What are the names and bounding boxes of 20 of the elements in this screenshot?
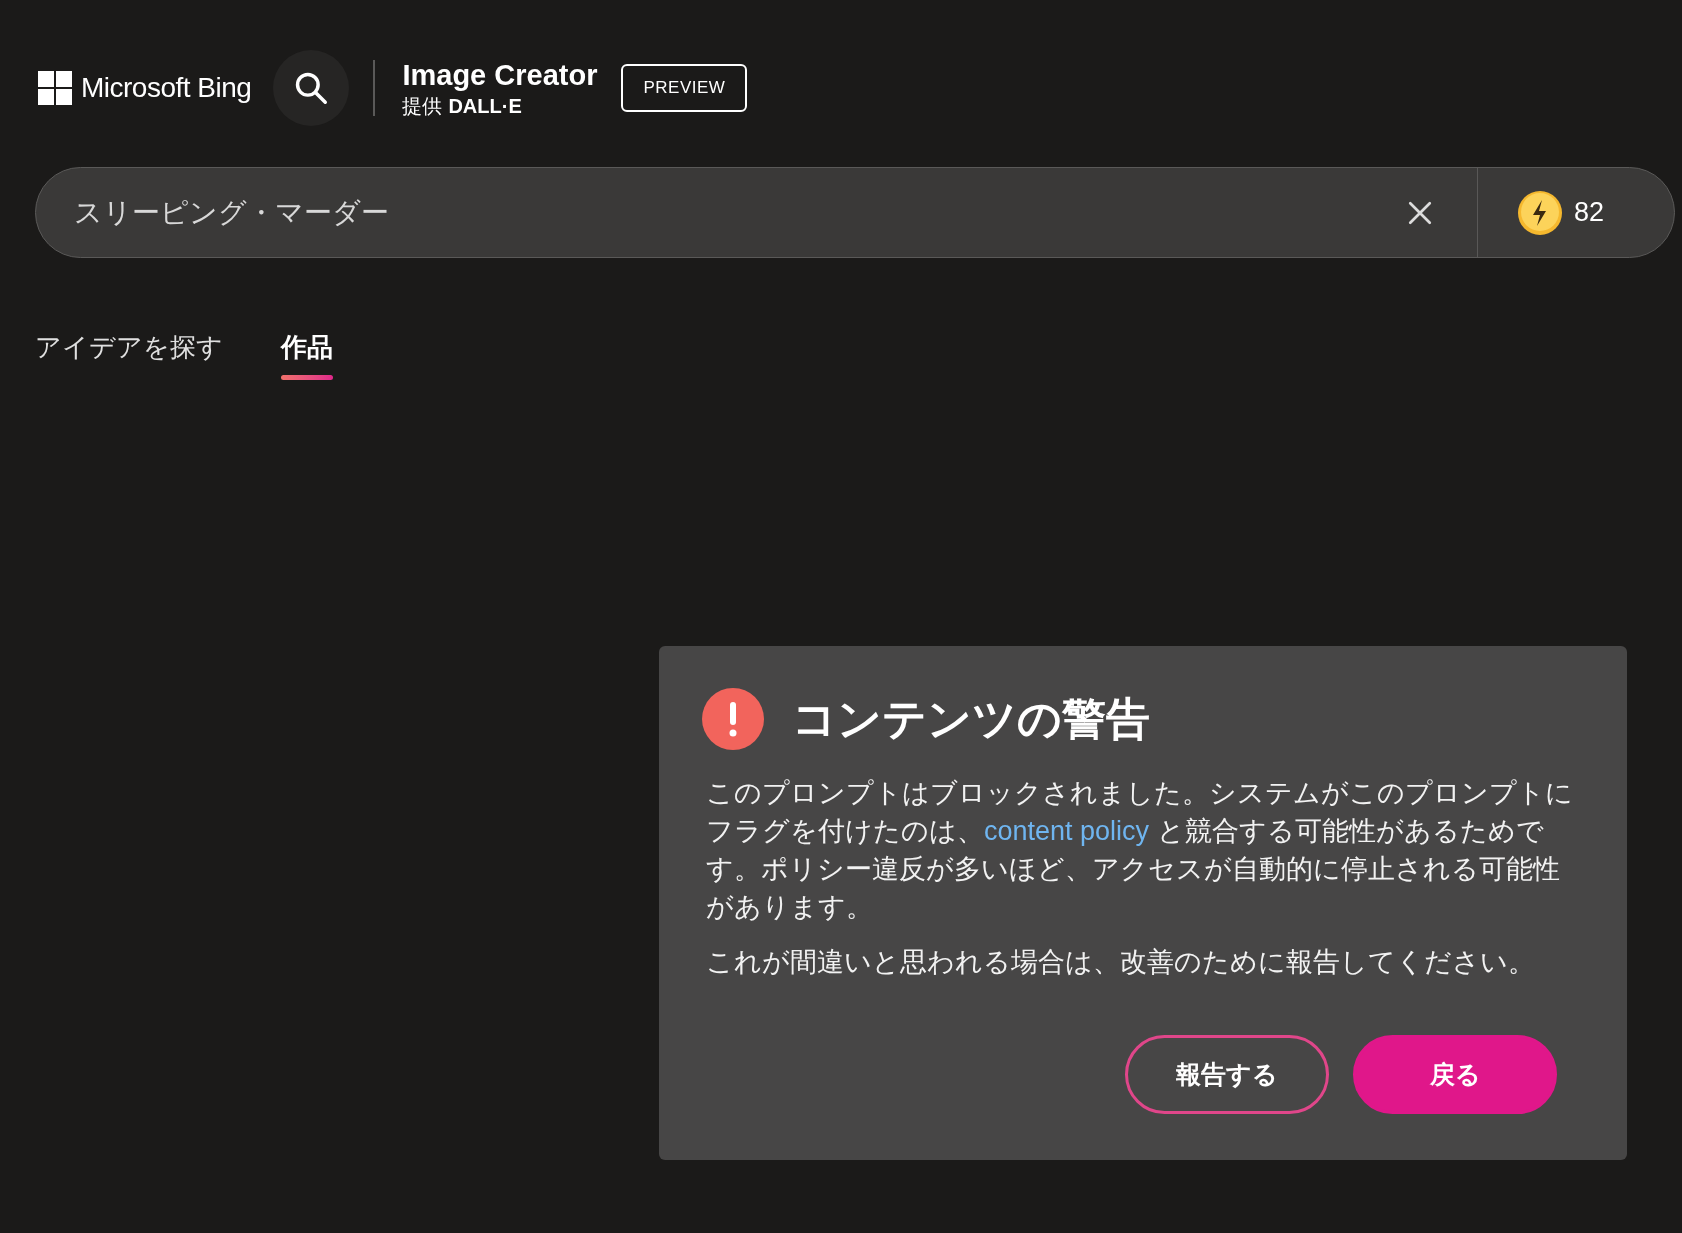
preview-badge: PREVIEW	[621, 64, 748, 112]
provider-name: DALL·E	[448, 93, 522, 119]
provider-label: 提供	[402, 93, 443, 119]
search-field[interactable]: スリーピング・マーダー 82	[35, 167, 1675, 258]
dialog-title: コンテンツの警告	[792, 693, 1150, 745]
brand-name[interactable]: Microsoft Bing	[81, 67, 252, 109]
back-button[interactable]: 戻る	[1353, 1035, 1557, 1114]
report-note: これが間違いと思われる場合は、改善のために報告してください。	[706, 946, 1536, 979]
lightning-coin-icon	[1516, 189, 1563, 236]
warning-icon	[702, 688, 764, 750]
prompt-input[interactable]: スリーピング・マーダー	[74, 191, 1407, 234]
report-button[interactable]: 報告する	[1125, 1035, 1329, 1114]
content-policy-link[interactable]: content policy	[984, 816, 1150, 846]
tab[interactable]: アイデアを探す	[35, 328, 223, 380]
windows-logo-icon	[38, 71, 72, 105]
tab[interactable]: 作品	[281, 328, 333, 380]
boost-count: 82	[1573, 196, 1604, 230]
product-title[interactable]: Image Creator	[402, 57, 598, 94]
close-icon[interactable]	[1406, 199, 1433, 226]
dialog-message: このプロンプトはブロックされました。システムがこのプロンプトにフラグを付けたのは、content policy と競合する可能性があるためです。ポリシー違反が多いほど、アクセスが自動的に停止される可能性があります。	[706, 777, 1574, 924]
